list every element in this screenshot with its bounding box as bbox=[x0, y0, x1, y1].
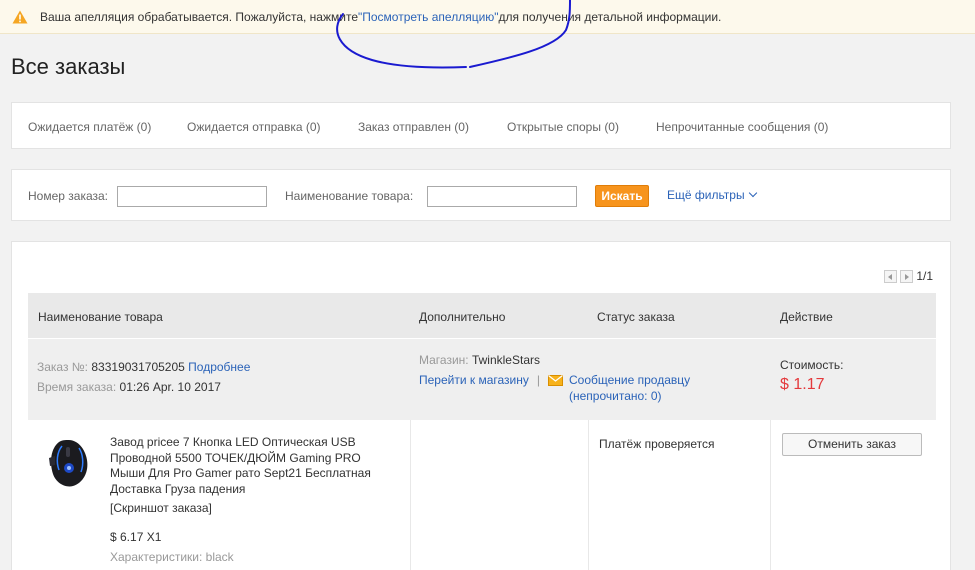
tab-awaiting-shipment[interactable]: Ожидается отправка (0) bbox=[187, 120, 321, 134]
unit-price: $ 6.17 X1 bbox=[110, 529, 162, 544]
pagination: 1/1 bbox=[884, 269, 933, 283]
order-time-line: Время заказа: 01:26 Apr. 10 2017 bbox=[37, 380, 221, 394]
orders-list: 1/1 Наименование товара Дополнительно Ст… bbox=[11, 241, 951, 570]
envelope-icon bbox=[548, 375, 563, 386]
order-number-input[interactable] bbox=[117, 186, 267, 207]
product-specs: Характеристики: black bbox=[110, 550, 395, 566]
prev-page-icon[interactable] bbox=[884, 269, 898, 283]
order-number-line: Заказ №: 83319031705205 Подробнее bbox=[37, 360, 250, 374]
order-number-label: Номер заказа: bbox=[28, 189, 109, 203]
cost-label: Стоимость: bbox=[780, 358, 844, 372]
tab-shipped[interactable]: Заказ отправлен (0) bbox=[358, 120, 469, 134]
more-filters-label: Ещё фильтры bbox=[667, 188, 745, 202]
spec-value: black bbox=[205, 550, 234, 564]
header-additional: Дополнительно bbox=[419, 310, 506, 324]
tab-open-disputes[interactable]: Открытые споры (0) bbox=[507, 120, 619, 134]
product-name-input[interactable] bbox=[427, 186, 577, 207]
separator: | bbox=[536, 373, 540, 387]
order-summary: Заказ №: 83319031705205 Подробнее Время … bbox=[28, 339, 936, 420]
column-divider bbox=[770, 420, 771, 570]
header-product-name: Наименование товара bbox=[38, 310, 163, 324]
search-filters: Номер заказа: Наименование товара: Искат… bbox=[11, 169, 951, 221]
page-title: Все заказы bbox=[11, 54, 126, 79]
product-image[interactable] bbox=[45, 438, 93, 490]
order-number-value: 83319031705205 bbox=[91, 360, 185, 374]
unread-prefix: (непрочитано: bbox=[569, 389, 651, 403]
notice-text-after: для получения детальной информации. bbox=[498, 9, 722, 24]
store-name: TwinkleStars bbox=[471, 353, 540, 367]
product-title-block: Завод pricee 7 Кнопка LED Оптическая USB… bbox=[110, 435, 395, 566]
message-seller[interactable]: Сообщение продавцу (непрочитано: 0) bbox=[569, 373, 690, 403]
order-status-tabs: Ожидается платёж (0) Ожидается отправка … bbox=[11, 102, 951, 149]
store-line: Магазин: TwinkleStars bbox=[419, 353, 540, 367]
store-actions: Перейти к магазину | Сообщение продавцу … bbox=[419, 373, 690, 403]
go-to-store-link[interactable]: Перейти к магазину bbox=[419, 373, 529, 387]
order-snapshot-link[interactable]: [Скриншот заказа] bbox=[110, 501, 395, 517]
page-indicator: 1/1 bbox=[916, 269, 933, 283]
tab-unread-messages[interactable]: Непрочитанные сообщения (0) bbox=[656, 120, 828, 134]
unread-count: 0 bbox=[650, 389, 658, 403]
order-number-label: Заказ №: bbox=[37, 360, 89, 374]
search-button[interactable]: Искать bbox=[595, 185, 649, 207]
cancel-order-button[interactable]: Отменить заказ bbox=[782, 433, 922, 456]
table-header: Наименование товара Дополнительно Статус… bbox=[28, 293, 936, 338]
order-time-value: 01:26 Apr. 10 2017 bbox=[119, 380, 221, 394]
warning-icon bbox=[12, 10, 28, 23]
next-page-icon[interactable] bbox=[900, 269, 914, 283]
appeal-notice-bar: Ваша апелляция обрабатывается. Пожалуйст… bbox=[0, 0, 975, 34]
view-appeal-link[interactable]: "Посмотреть апелляцию" bbox=[358, 10, 499, 24]
more-filters-link[interactable]: Ещё фильтры bbox=[667, 188, 757, 202]
header-order-status: Статус заказа bbox=[597, 310, 675, 324]
unread-messages[interactable]: (непрочитано: 0) bbox=[569, 389, 690, 403]
message-seller-link[interactable]: Сообщение продавцу bbox=[569, 373, 690, 387]
spec-label: Характеристики: bbox=[110, 550, 203, 564]
unread-suffix: ) bbox=[657, 389, 662, 403]
order-details-link[interactable]: Подробнее bbox=[188, 360, 250, 374]
order-status: Платёж проверяется bbox=[599, 437, 715, 451]
order-cost: $ 1.17 bbox=[780, 376, 825, 393]
column-divider bbox=[410, 420, 411, 570]
column-divider bbox=[588, 420, 589, 570]
chevron-down-icon bbox=[748, 188, 757, 198]
product-title-link[interactable]: Завод pricee 7 Кнопка LED Оптическая USB… bbox=[110, 435, 395, 497]
order-item-row: Завод pricee 7 Кнопка LED Оптическая USB… bbox=[28, 420, 936, 570]
header-action: Действие bbox=[780, 310, 833, 324]
notice-text-before: Ваша апелляция обрабатывается. Пожалуйст… bbox=[40, 9, 358, 24]
store-label: Магазин: bbox=[419, 353, 469, 367]
tab-awaiting-payment[interactable]: Ожидается платёж (0) bbox=[28, 120, 151, 134]
order-time-label: Время заказа: bbox=[37, 380, 117, 394]
product-name-label: Наименование товара: bbox=[285, 189, 414, 203]
